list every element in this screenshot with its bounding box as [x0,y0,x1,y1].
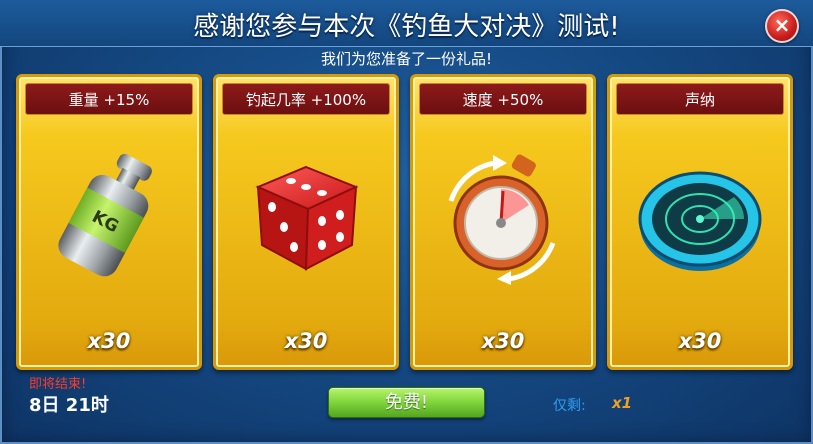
card-label: 钓起几率 +100% [245,91,367,109]
close-button[interactable]: × [765,9,799,43]
remaining-value: x1 [612,394,633,412]
weight-icon: KG [58,153,152,277]
reward-card-weight[interactable]: 重量 +15% KG x30 [16,74,202,370]
card-quantity: x30 [481,329,525,353]
dice-icon [255,165,359,271]
card-header: 钓起几率 +100% [222,83,390,115]
close-icon: × [773,13,791,37]
time-left: 8日 21时 [29,395,109,416]
dialog-subtitle: 我们为您准备了一份礼品! [320,50,492,68]
card-header: 速度 +50% [419,83,587,115]
reward-card-speed[interactable]: 速度 +50% x30 [410,74,596,370]
card-label: 重量 +15% [68,91,150,109]
card-quantity: x30 [87,329,131,353]
card-header: 声纳 [616,83,784,115]
reward-card-sonar[interactable]: 声纳 x30 [607,74,793,370]
free-claim-button[interactable]: 免费! [328,387,485,418]
card-label: 声纳 [684,91,715,109]
card-label: 速度 +50% [462,91,544,109]
remaining-label: 仅剩: [553,398,586,414]
stopwatch-icon [448,154,556,285]
reward-card-catch-rate[interactable]: 钓起几率 +100% x30 [213,74,399,370]
sonar-icon [638,171,762,271]
ending-soon-label: 即将结束! [29,377,87,392]
card-quantity: x30 [284,329,328,353]
dialog-title: 感谢您参与本次《钓鱼大对决》测试! [193,12,620,42]
card-header: 重量 +15% [25,83,193,115]
card-quantity: x30 [678,329,722,353]
